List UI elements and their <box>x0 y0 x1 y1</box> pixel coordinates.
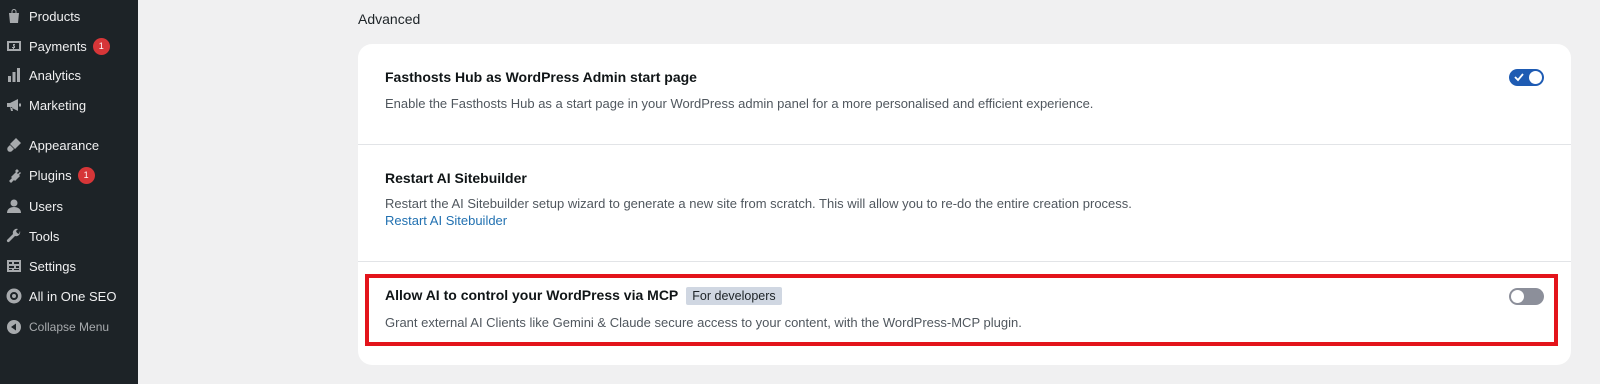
sidebar-item-label: Analytics <box>29 67 82 83</box>
sidebar-item-label: Settings <box>29 258 76 274</box>
sidebar-item-label: Plugins <box>29 167 72 183</box>
sidebar-item-settings[interactable]: Settings <box>0 251 138 281</box>
plugins-count-badge: 1 <box>77 166 95 184</box>
plugins-icon <box>5 166 23 184</box>
sidebar-item-products[interactable]: Products <box>0 1 138 31</box>
products-icon <box>5 7 23 25</box>
section-title: Advanced <box>358 11 421 27</box>
sidebar-item-analytics[interactable]: Analytics <box>0 60 138 90</box>
sidebar-item-label: Users <box>29 198 63 214</box>
setting-description: Enable the Fasthosts Hub as a start page… <box>385 96 1094 111</box>
sidebar-item-label: Tools <box>29 228 60 244</box>
sidebar-item-all-in-one-seo[interactable]: All in One SEO <box>0 281 138 311</box>
mcp-toggle[interactable] <box>1509 288 1544 305</box>
sidebar-item-appearance[interactable]: Appearance <box>0 130 138 160</box>
payments-count-badge: 1 <box>92 37 110 55</box>
setting-title: Allow AI to control your WordPress via M… <box>385 287 782 305</box>
sidebar-item-tools[interactable]: Tools <box>0 221 138 251</box>
setting-description: Restart the AI Sitebuilder setup wizard … <box>385 196 1132 211</box>
admin-sidebar: Products Payments 1 Analytics Marketing … <box>0 0 138 384</box>
sidebar-item-payments[interactable]: Payments 1 <box>0 31 138 61</box>
toggle-knob <box>1529 71 1542 84</box>
setting-title-text: Allow AI to control your WordPress via M… <box>385 287 679 303</box>
row-divider <box>358 261 1571 262</box>
collapse-menu-label: Collapse Menu <box>29 320 110 334</box>
sidebar-item-users[interactable]: Users <box>0 191 138 221</box>
tools-icon <box>5 227 23 245</box>
users-icon <box>5 197 23 215</box>
setting-description: Grant external AI Clients like Gemini & … <box>385 315 1022 330</box>
for-developers-tag: For developers <box>686 287 782 305</box>
seo-icon <box>5 287 23 305</box>
appearance-icon <box>5 136 23 154</box>
restart-ai-sitebuilder-link[interactable]: Restart AI Sitebuilder <box>385 213 507 228</box>
sidebar-item-label: Products <box>29 8 81 24</box>
checkmark-icon <box>1514 73 1524 82</box>
row-divider <box>358 144 1571 145</box>
sidebar-item-label: Marketing <box>29 97 87 113</box>
start-page-toggle[interactable] <box>1509 69 1544 86</box>
sidebar-item-label: Payments <box>29 38 87 54</box>
collapse-icon <box>5 318 23 336</box>
settings-icon <box>5 257 23 275</box>
settings-card: Fasthosts Hub as WordPress Admin start p… <box>358 44 1571 365</box>
sidebar-item-label: Appearance <box>29 137 100 153</box>
payments-icon <box>5 37 23 55</box>
setting-title: Restart AI Sitebuilder <box>385 170 527 186</box>
collapse-menu-button[interactable]: Collapse Menu <box>0 312 138 342</box>
sidebar-item-marketing[interactable]: Marketing <box>0 90 138 120</box>
marketing-icon <box>5 96 23 114</box>
analytics-icon <box>5 66 23 84</box>
toggle-knob <box>1511 290 1524 303</box>
sidebar-item-plugins[interactable]: Plugins 1 <box>0 160 138 190</box>
setting-title: Fasthosts Hub as WordPress Admin start p… <box>385 69 697 85</box>
sidebar-item-label: All in One SEO <box>29 288 117 304</box>
